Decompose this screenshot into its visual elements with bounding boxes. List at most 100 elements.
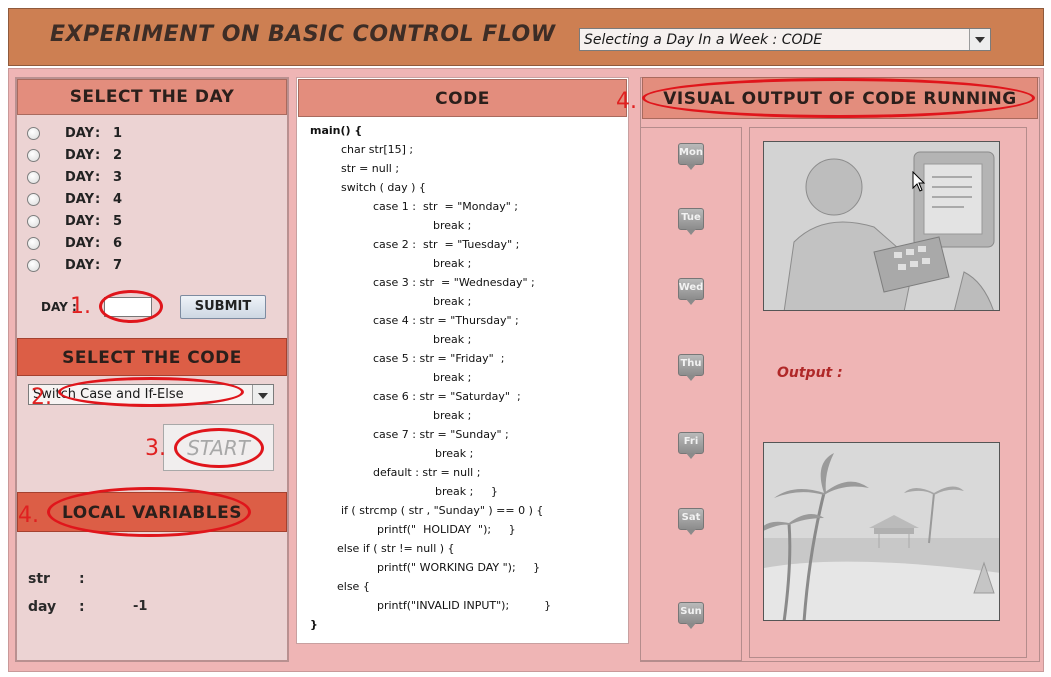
- day-tag-tue: Tue: [678, 208, 704, 236]
- day-tag-pointer: [686, 299, 696, 305]
- annotation-2: 2.: [31, 385, 52, 410]
- code-line: break ;: [433, 371, 472, 384]
- select-day-header: SELECT THE DAY: [17, 79, 287, 115]
- day-radio-value: 5: [113, 214, 123, 229]
- mouse-cursor-icon: [912, 171, 926, 192]
- day-radio-3[interactable]: [27, 171, 40, 184]
- code-line: break ; }: [435, 485, 498, 498]
- select-code-header: SELECT THE CODE: [17, 338, 287, 376]
- chevron-down-icon[interactable]: [252, 385, 273, 404]
- beach-illustration: [764, 443, 999, 620]
- day-tag-pointer: [686, 164, 696, 170]
- code-line: if ( strcmp ( str , "Sunday" ) == 0 ) {: [341, 504, 544, 517]
- var-day-sep: :: [79, 599, 85, 615]
- day-tag-pointer: [686, 453, 696, 459]
- code-line: printf("INVALID INPUT"); }: [377, 599, 552, 612]
- day-radio-value: 3: [113, 170, 123, 185]
- var-day-value: -1: [133, 599, 148, 614]
- submit-button[interactable]: SUBMIT: [180, 295, 266, 319]
- code-line: break ;: [435, 447, 474, 460]
- code-line: printf(" WORKING DAY "); }: [377, 561, 541, 574]
- day-radio-6[interactable]: [27, 237, 40, 250]
- day-tag-pointer: [686, 229, 696, 235]
- page-title: EXPERIMENT ON BASIC CONTROL FLOW: [50, 22, 556, 47]
- day-radio-5[interactable]: [27, 215, 40, 228]
- code-line: main() {: [310, 124, 363, 137]
- var-str-sep: :: [79, 571, 85, 587]
- experiment-select[interactable]: Selecting a Day In a Week : CODE: [579, 28, 991, 51]
- day-tag-label: Tue: [681, 212, 701, 223]
- day-radio-4[interactable]: [27, 193, 40, 206]
- day-tag-pointer: [686, 375, 696, 381]
- code-line: case 4 : str = "Thursday" ;: [373, 314, 519, 327]
- day-tag-label: Sat: [681, 512, 701, 523]
- day-tag-sun: Sun: [678, 602, 704, 630]
- annotation-3: 3.: [145, 436, 166, 461]
- var-day-name: day: [28, 599, 57, 615]
- day-radio-sep: :: [95, 236, 101, 251]
- day-radio-sep: :: [95, 214, 101, 229]
- code-line: else {: [337, 580, 370, 593]
- day-radio-sep: :: [95, 126, 101, 141]
- code-line: break ;: [433, 333, 472, 346]
- day-radio-1[interactable]: [27, 127, 40, 140]
- code-line: else if ( str != null ) {: [337, 542, 455, 555]
- day-tag-sat: Sat: [678, 508, 704, 536]
- day-radio-value: 1: [113, 126, 123, 141]
- code-line: printf(" HOLIDAY "); }: [377, 523, 516, 536]
- day-radio-2[interactable]: [27, 149, 40, 162]
- day-tag-fri: Fri: [678, 432, 704, 460]
- day-radio-sep: :: [95, 170, 101, 185]
- annotation-1: 1.: [70, 294, 91, 319]
- holiday-image: [763, 442, 1000, 621]
- day-tag-pointer: [686, 529, 696, 535]
- annotation-4-right: 4.: [616, 89, 637, 114]
- day-radio-label: DAY: [65, 126, 95, 141]
- code-line: case 6 : str = "Saturday" ;: [373, 390, 521, 403]
- day-radio-sep: :: [95, 192, 101, 207]
- annotation-4-left: 4.: [18, 503, 39, 528]
- day-tag-mon: Mon: [678, 143, 704, 171]
- working-person-illustration: [764, 142, 999, 310]
- day-radio-label: DAY: [65, 214, 95, 229]
- code-line: case 5 : str = "Friday" ;: [373, 352, 505, 365]
- day-tag-thu: Thu: [678, 354, 704, 382]
- day-tag-label: Fri: [683, 436, 699, 447]
- code-line: break ;: [433, 257, 472, 270]
- code-line: case 7 : str = "Sunday" ;: [373, 428, 509, 441]
- working-day-image: [763, 141, 1000, 311]
- app-window: EXPERIMENT ON BASIC CONTROL FLOW Selecti…: [0, 0, 1051, 677]
- code-line: case 1 : str = "Monday" ;: [373, 200, 518, 213]
- day-radio-sep: :: [95, 258, 101, 273]
- code-header: CODE: [298, 79, 627, 117]
- day-radio-sep: :: [95, 148, 101, 163]
- day-tag-label: Thu: [680, 358, 702, 369]
- annotation-ellipse-start: [174, 428, 264, 468]
- day-tag-label: Sun: [680, 606, 702, 617]
- day-radio-value: 6: [113, 236, 123, 251]
- day-radio-7[interactable]: [27, 259, 40, 272]
- code-line: case 2 : str = "Tuesday" ;: [373, 238, 520, 251]
- code-listing: main() {char str[15] ; str = null ; switch…: [298, 119, 627, 643]
- annotation-ellipse-visual-output: [642, 78, 1035, 118]
- annotation-ellipse-code-select: [58, 377, 244, 407]
- code-line: char str[15] ;: [341, 143, 414, 156]
- day-radio-label: DAY: [65, 236, 95, 251]
- output-label: Output :: [777, 365, 843, 381]
- day-radio-label: DAY: [65, 258, 95, 273]
- day-tag-label: Wed: [678, 282, 704, 293]
- code-line: break ;: [433, 295, 472, 308]
- annotation-ellipse-day-input: [99, 290, 163, 323]
- code-line: break ;: [433, 219, 472, 232]
- var-str-name: str: [28, 571, 50, 587]
- day-radio-label: DAY: [65, 170, 95, 185]
- chevron-down-icon[interactable]: [969, 29, 990, 50]
- code-line: str = null ;: [341, 162, 400, 175]
- day-tag-label: Mon: [679, 147, 703, 158]
- code-line: case 3 : str = "Wednesday" ;: [373, 276, 535, 289]
- experiment-select-value: Selecting a Day In a Week : CODE: [584, 32, 823, 48]
- day-tag-wed: Wed: [678, 278, 704, 306]
- code-line: default : str = null ;: [373, 466, 481, 479]
- annotation-ellipse-local-vars: [47, 487, 251, 537]
- code-line: }: [310, 618, 318, 631]
